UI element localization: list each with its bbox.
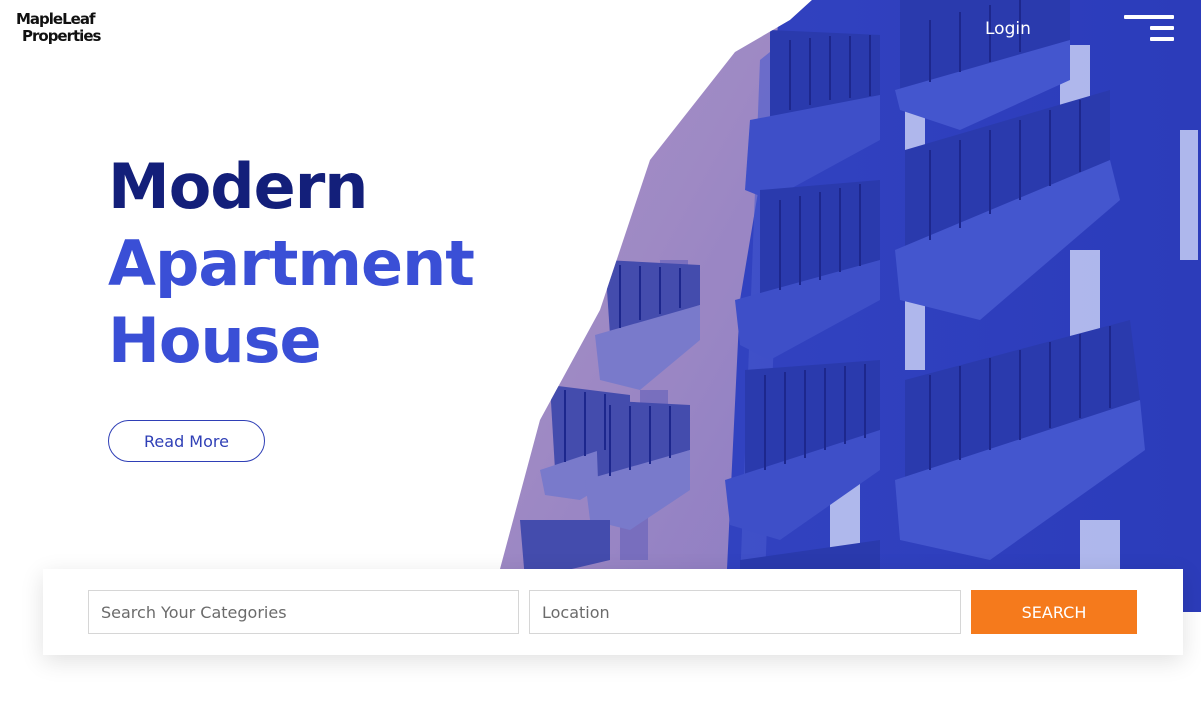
hero-title: Modern Apartment House bbox=[108, 148, 475, 379]
menu-bar-top bbox=[1124, 15, 1174, 19]
search-panel: SEARCH bbox=[43, 569, 1183, 655]
hero-title-line-3: House bbox=[108, 304, 322, 377]
read-more-button[interactable]: Read More bbox=[108, 420, 265, 462]
menu-bar-bottom bbox=[1150, 37, 1174, 41]
menu-bar-middle bbox=[1150, 26, 1174, 30]
hero-title-line-2: Apartment bbox=[108, 227, 475, 300]
category-search-input[interactable] bbox=[88, 590, 519, 634]
hero-title-line-1: Modern bbox=[108, 150, 368, 223]
hamburger-menu-icon[interactable] bbox=[1122, 15, 1174, 45]
location-input[interactable] bbox=[529, 590, 961, 634]
logo-line-1: MapleLeaf bbox=[16, 10, 95, 28]
search-button[interactable]: SEARCH bbox=[971, 590, 1137, 634]
logo-line-2: Properties bbox=[22, 27, 101, 45]
brand-logo[interactable]: MapleLeaf Properties bbox=[16, 12, 106, 52]
login-link[interactable]: Login bbox=[985, 19, 1031, 39]
